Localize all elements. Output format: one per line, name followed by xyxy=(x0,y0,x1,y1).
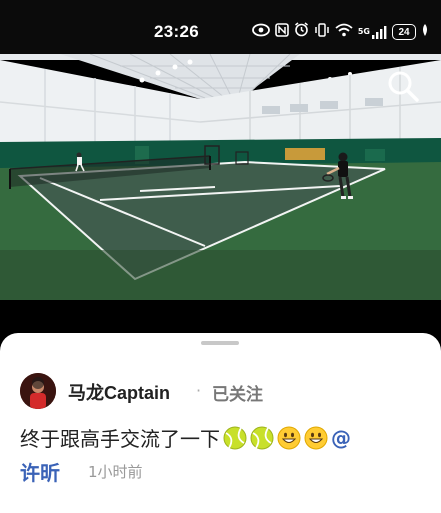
avatar[interactable] xyxy=(20,373,56,409)
nfc-icon xyxy=(275,22,289,42)
mention-at-sign: @ xyxy=(331,425,351,450)
grinning-face-emoji-icon xyxy=(304,426,328,449)
search-button[interactable] xyxy=(385,68,421,104)
signal-icon: 5G xyxy=(358,24,387,40)
grinning-face-emoji-icon xyxy=(277,426,301,449)
separator-dot: · xyxy=(196,381,202,400)
eco-leaf-icon xyxy=(421,23,429,42)
post-info-sheet: 马龙Captain · 已关注 终于跟高手交流了一下 @ 许昕 1小时前 xyxy=(0,333,441,513)
vibrate-icon xyxy=(314,22,330,42)
status-bar: 23:26 5G 24 xyxy=(0,0,441,54)
status-time: 23:26 xyxy=(154,22,199,41)
wifi-icon xyxy=(335,23,353,42)
post-time: 1小时前 xyxy=(88,463,143,481)
tennis-ball-emoji-icon xyxy=(250,426,274,449)
tennis-court-photo xyxy=(0,54,441,300)
follow-status-button[interactable]: 已关注 xyxy=(212,380,263,405)
drag-handle[interactable] xyxy=(201,341,239,345)
alarm-icon xyxy=(294,22,309,42)
battery-icon: 24 xyxy=(392,24,416,40)
tennis-ball-emoji-icon xyxy=(223,426,247,449)
search-icon xyxy=(388,71,419,102)
status-icons: 5G 24 xyxy=(251,22,429,42)
network-type: 5G xyxy=(357,27,370,36)
caption: 终于跟高手交流了一下 @ xyxy=(20,423,351,452)
eye-icon xyxy=(251,23,270,42)
caption-text: 终于跟高手交流了一下 xyxy=(20,427,220,451)
username[interactable]: 马龙Captain xyxy=(68,379,170,405)
mention-link[interactable]: 许昕 xyxy=(20,457,60,486)
